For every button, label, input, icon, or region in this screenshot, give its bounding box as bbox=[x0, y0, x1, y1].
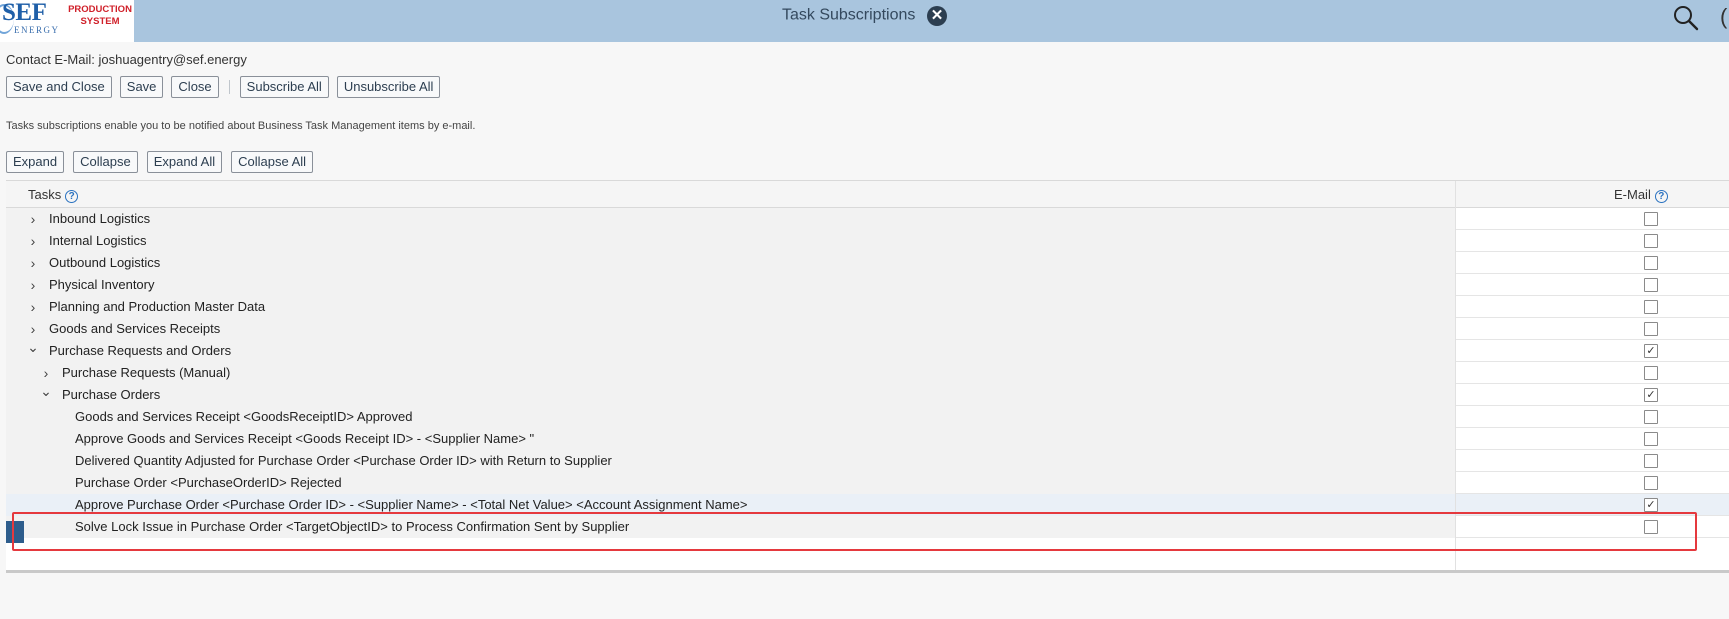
header-title-area: Task Subscriptions ✕ bbox=[0, 0, 1729, 32]
task-label: Goods and Services Receipt <GoodsReceipt… bbox=[75, 409, 413, 424]
tree-toolbar: Expand Collapse Expand All Collapse All bbox=[6, 151, 314, 173]
collapse-all-button[interactable]: Collapse All bbox=[231, 151, 314, 173]
table-row[interactable]: › Internal Logistics bbox=[6, 230, 1729, 252]
chevron-right-icon[interactable]: › bbox=[26, 321, 40, 337]
task-cell[interactable] bbox=[6, 230, 1455, 252]
table-header: Tasks? E-Mail? bbox=[6, 181, 1729, 208]
email-checkbox[interactable] bbox=[1644, 212, 1658, 226]
task-label: Purchase Requests (Manual) bbox=[62, 365, 231, 380]
email-checkbox[interactable] bbox=[1644, 234, 1658, 248]
task-cell[interactable] bbox=[6, 252, 1455, 274]
column-header-tasks-label: Tasks bbox=[28, 187, 62, 202]
email-checkbox[interactable] bbox=[1644, 366, 1658, 380]
chevron-right-icon[interactable]: › bbox=[26, 277, 40, 293]
expand-button[interactable]: Expand bbox=[6, 151, 65, 173]
email-checkbox[interactable]: ✓ bbox=[1644, 388, 1658, 402]
page-title: Task Subscriptions bbox=[781, 6, 916, 24]
task-label: Delivered Quantity Adjusted for Purchase… bbox=[75, 453, 612, 468]
table-row[interactable]: › Purchase Requests (Manual) bbox=[6, 362, 1729, 384]
task-label: Outbound Logistics bbox=[49, 255, 161, 270]
email-checkbox[interactable] bbox=[1644, 300, 1658, 314]
email-checkbox[interactable] bbox=[1644, 410, 1658, 424]
subscribe-all-button[interactable]: Subscribe All bbox=[239, 76, 329, 98]
chevron-down-icon[interactable]: ⌄ bbox=[26, 339, 40, 355]
table-row[interactable]: › Planning and Production Master Data bbox=[6, 296, 1729, 318]
info-text: Tasks subscriptions enable you to be not… bbox=[6, 120, 476, 132]
task-label: Planning and Production Master Data bbox=[49, 299, 266, 314]
contact-email-value: joshuagentry@sef.energy bbox=[98, 52, 247, 67]
task-label: Goods and Services Receipts bbox=[49, 321, 221, 336]
task-cell[interactable] bbox=[6, 384, 1455, 406]
task-label: Inbound Logistics bbox=[49, 211, 151, 226]
save-button[interactable]: Save bbox=[119, 76, 164, 98]
table-row[interactable]: › Goods and Services Receipts bbox=[6, 318, 1729, 340]
toolbar-separator bbox=[228, 80, 230, 94]
table-row[interactable]: Goods and Services Receipt <GoodsReceipt… bbox=[6, 406, 1729, 428]
table-row[interactable]: › Physical Inventory bbox=[6, 274, 1729, 296]
contact-email-label: Contact E-Mail: bbox=[6, 52, 95, 67]
table-bottom-border bbox=[6, 570, 1729, 573]
app-header: SEF ENERGY PRODUCTION SYSTEM Task Subscr… bbox=[0, 0, 1729, 42]
email-checkbox[interactable]: ✓ bbox=[1644, 344, 1658, 358]
table-row[interactable]: › Outbound Logistics bbox=[6, 252, 1729, 274]
main-toolbar: Save and Close Save Close Subscribe All … bbox=[6, 76, 441, 98]
email-checkbox[interactable] bbox=[1644, 278, 1658, 292]
table-row[interactable]: › Inbound Logistics bbox=[6, 208, 1729, 230]
close-circle-icon[interactable]: ✕ bbox=[927, 5, 947, 26]
help-icon[interactable]: ? bbox=[65, 190, 79, 203]
chevron-right-icon[interactable]: › bbox=[26, 255, 40, 271]
email-checkbox[interactable] bbox=[1644, 432, 1658, 446]
task-cell[interactable] bbox=[6, 274, 1455, 296]
email-checkbox[interactable] bbox=[1644, 454, 1658, 468]
save-and-close-button[interactable]: Save and Close bbox=[6, 76, 112, 98]
task-label: Physical Inventory bbox=[49, 277, 155, 292]
task-label: Purchase Order <PurchaseOrderID> Rejecte… bbox=[75, 475, 342, 490]
email-checkbox[interactable]: ✓ bbox=[1644, 498, 1658, 512]
expand-all-button[interactable]: Expand All bbox=[146, 151, 223, 173]
cut-off-header-icon[interactable]: ( bbox=[1720, 4, 1727, 30]
task-label: Internal Logistics bbox=[49, 233, 147, 248]
table-row[interactable]: ⌄ Purchase Requests and Orders ✓ bbox=[6, 339, 1729, 362]
table-row[interactable]: Purchase Order <PurchaseOrderID> Rejecte… bbox=[6, 472, 1729, 494]
chevron-right-icon[interactable]: › bbox=[26, 233, 40, 249]
task-cell[interactable] bbox=[6, 208, 1455, 230]
collapse-button[interactable]: Collapse bbox=[73, 151, 138, 173]
task-label: Purchase Requests and Orders bbox=[49, 343, 232, 358]
column-header-email-label: E-Mail bbox=[1614, 187, 1651, 202]
unsubscribe-all-button[interactable]: Unsubscribe All bbox=[336, 76, 441, 98]
email-checkbox[interactable] bbox=[1644, 322, 1658, 336]
chevron-right-icon[interactable]: › bbox=[26, 299, 40, 315]
chevron-down-icon[interactable]: ⌄ bbox=[39, 383, 53, 399]
table-row[interactable]: ⌄ Purchase Orders ✓ bbox=[6, 383, 1729, 406]
column-header-tasks[interactable]: Tasks? bbox=[28, 187, 79, 203]
email-checkbox[interactable] bbox=[1644, 476, 1658, 490]
chevron-right-icon[interactable]: › bbox=[26, 211, 40, 227]
table-row[interactable]: Approve Goods and Services Receipt <Good… bbox=[6, 428, 1729, 450]
task-cell[interactable] bbox=[6, 318, 1455, 340]
task-label: Purchase Orders bbox=[62, 387, 161, 402]
task-label: Approve Purchase Order <Purchase Order I… bbox=[75, 497, 748, 512]
table-row[interactable]: Delivered Quantity Adjusted for Purchase… bbox=[6, 450, 1729, 472]
help-icon[interactable]: ? bbox=[1654, 190, 1668, 203]
column-header-email[interactable]: E-Mail? bbox=[1614, 187, 1668, 203]
chevron-right-icon[interactable]: › bbox=[39, 365, 53, 381]
contact-email: Contact E-Mail: joshuagentry@sef.energy bbox=[6, 52, 247, 67]
search-icon[interactable] bbox=[1672, 4, 1700, 32]
task-label: Approve Goods and Services Receipt <Good… bbox=[75, 431, 535, 446]
close-button[interactable]: Close bbox=[171, 76, 219, 98]
annotation-highlight-box bbox=[12, 512, 1697, 551]
email-checkbox[interactable] bbox=[1644, 256, 1658, 270]
